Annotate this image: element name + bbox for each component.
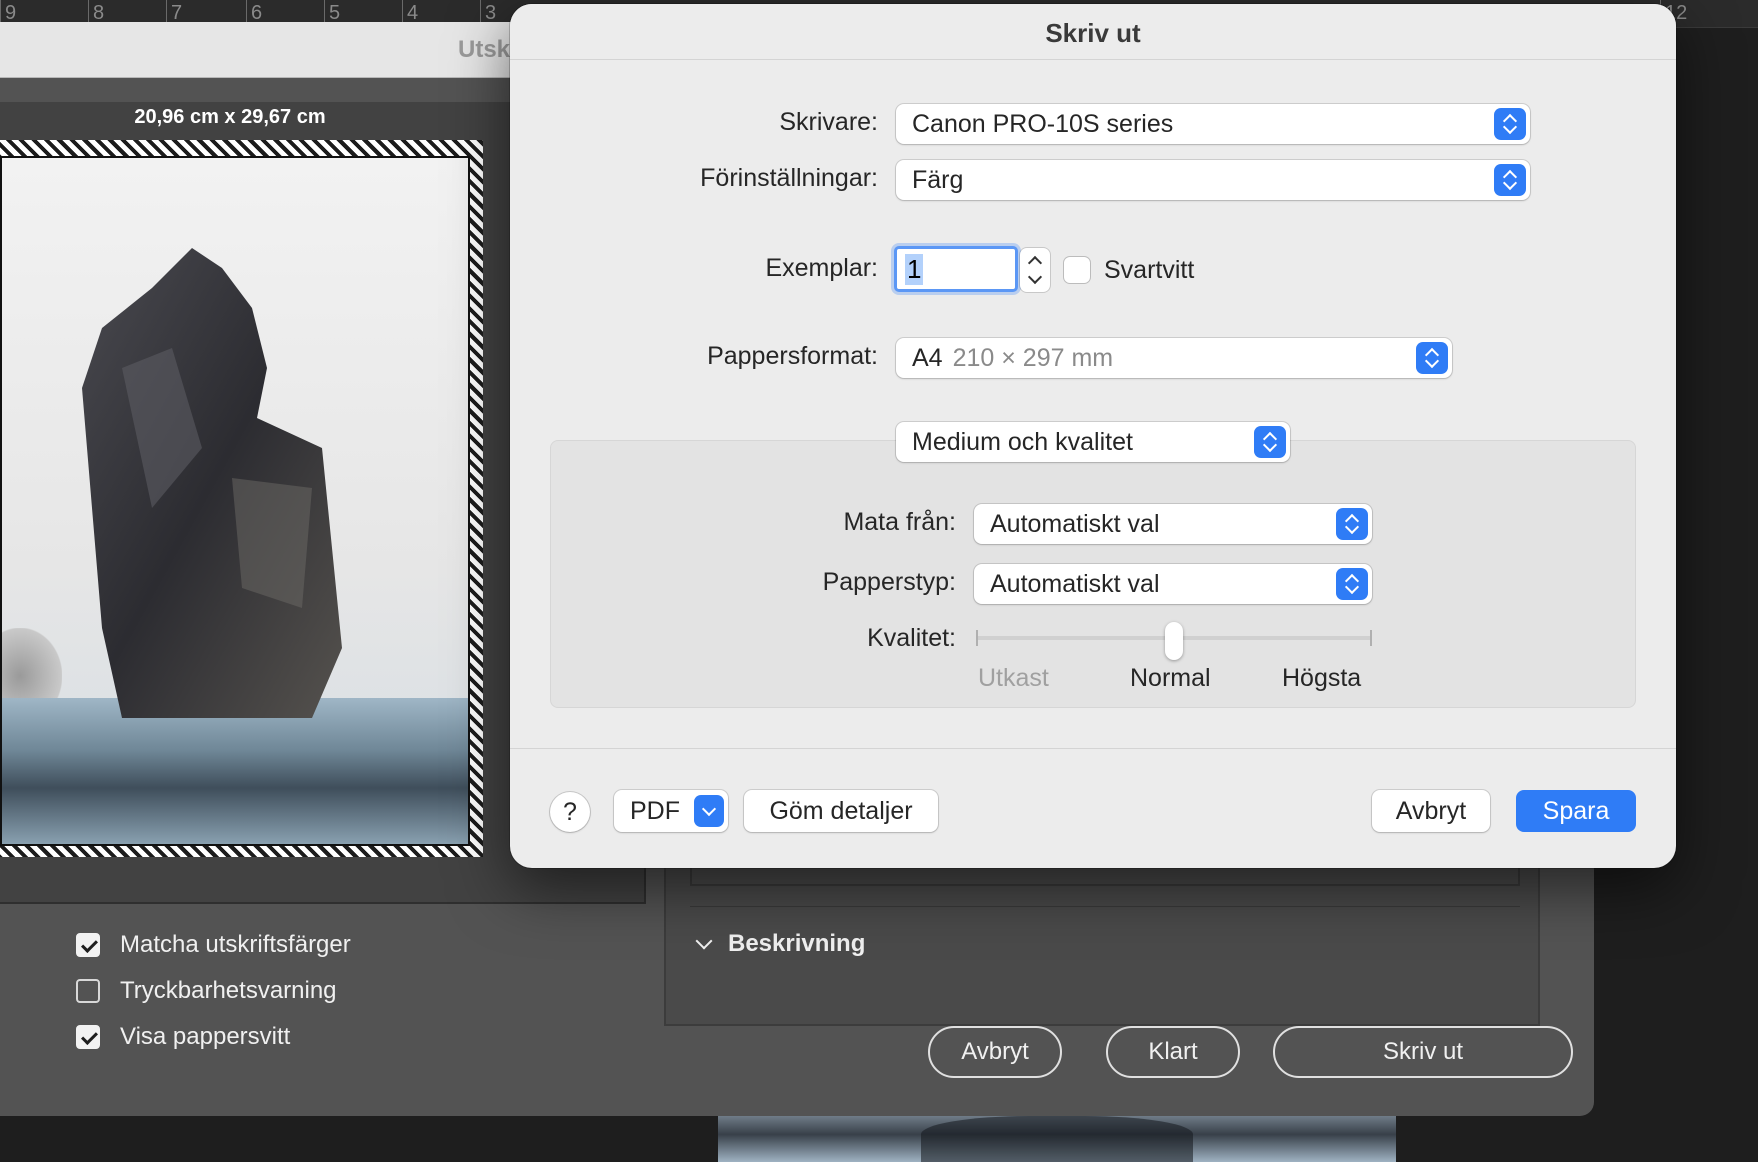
paper-preview[interactable] xyxy=(0,140,483,857)
print-options: Matcha utskriftsfärger Tryckbarhetsvarni… xyxy=(76,922,351,1060)
black-white-checkbox[interactable] xyxy=(1064,257,1090,283)
copies-value: 1 xyxy=(905,253,924,285)
printer-label: Skrivare: xyxy=(779,108,878,136)
black-white-label: Svartvitt xyxy=(1104,256,1195,284)
printer-select[interactable]: Canon PRO-10S series xyxy=(896,104,1530,144)
up-down-arrows-icon xyxy=(1254,426,1286,458)
up-down-arrows-icon xyxy=(1494,164,1526,196)
paper-size-select[interactable]: A4 210 × 297 mm xyxy=(896,338,1452,378)
hide-details-button[interactable]: Göm detaljer xyxy=(744,790,938,832)
option-show-paper-white[interactable]: Visa pappersvitt xyxy=(76,1014,351,1060)
quality-label: Kvalitet: xyxy=(867,624,956,652)
section-menu-value: Medium och kvalitet xyxy=(912,427,1133,456)
slider-tick xyxy=(1370,630,1372,646)
checkbox[interactable] xyxy=(76,1025,100,1049)
cancel-button[interactable]: Avbryt xyxy=(1372,790,1490,832)
option-match-print-colors[interactable]: Matcha utskriftsfärger xyxy=(76,922,351,968)
copies-stepper[interactable] xyxy=(1020,248,1050,292)
checkbox[interactable] xyxy=(76,933,100,957)
dialog-title: Skriv ut xyxy=(1045,18,1141,48)
feed-value: Automatiskt val xyxy=(990,509,1160,538)
copies-input[interactable]: 1 xyxy=(894,246,1018,292)
artwork-preview xyxy=(0,156,470,846)
artwork-rock xyxy=(82,248,342,718)
window-title: Utsk xyxy=(458,36,511,63)
copies-label: Exemplar: xyxy=(765,254,878,282)
section-title: Beskrivning xyxy=(728,930,866,957)
up-down-arrows-icon xyxy=(1336,568,1368,600)
artwork-island xyxy=(2,628,62,708)
chevron-down-icon xyxy=(694,795,724,827)
help-button[interactable]: ? xyxy=(550,792,590,832)
quality-stop-draft: Utkast xyxy=(978,664,1049,692)
footer-divider xyxy=(510,748,1676,749)
up-down-arrows-icon xyxy=(1336,508,1368,540)
divider xyxy=(690,906,1520,907)
up-down-arrows-icon xyxy=(1416,342,1448,374)
description-section-toggle[interactable]: Beskrivning xyxy=(695,930,866,958)
background-image xyxy=(718,1116,1396,1162)
feed-select[interactable]: Automatiskt val xyxy=(974,504,1372,544)
option-label: Visa pappersvitt xyxy=(120,1023,291,1050)
paper-type-label: Papperstyp: xyxy=(822,568,956,596)
printer-value: Canon PRO-10S series xyxy=(912,109,1174,138)
print-dialog: Skriv ut Skrivare: Canon PRO-10S series … xyxy=(510,4,1676,868)
feed-label: Mata från: xyxy=(843,508,956,536)
presets-value: Färg xyxy=(912,165,964,194)
checkbox[interactable] xyxy=(76,979,100,1003)
presets-select[interactable]: Färg xyxy=(896,160,1530,200)
presets-label: Förinställningar: xyxy=(700,164,878,192)
option-label: Matcha utskriftsfärger xyxy=(120,931,351,958)
quality-stop-normal: Normal xyxy=(1130,664,1211,692)
paper-type-value: Automatiskt val xyxy=(990,569,1160,598)
ps-print-button[interactable]: Skriv ut xyxy=(1273,1026,1573,1078)
dialog-header: Skriv ut xyxy=(510,4,1676,60)
quality-stop-highest: Högsta xyxy=(1282,664,1362,692)
pdf-menu-button[interactable]: PDF xyxy=(614,790,728,832)
save-button[interactable]: Spara xyxy=(1516,790,1636,832)
paper-size-label: Pappersformat: xyxy=(707,342,878,370)
paper-type-select[interactable]: Automatiskt val xyxy=(974,564,1372,604)
ps-cancel-button[interactable]: Avbryt xyxy=(928,1026,1062,1078)
option-gamut-warning[interactable]: Tryckbarhetsvarning xyxy=(76,968,351,1014)
paper-size-dimensions: 210 × 297 mm xyxy=(952,343,1114,372)
option-label: Tryckbarhetsvarning xyxy=(120,977,337,1004)
pdf-label: PDF xyxy=(630,796,680,825)
section-menu-select[interactable]: Medium och kvalitet xyxy=(896,422,1290,462)
paper-size-name: A4 xyxy=(912,343,943,372)
up-down-arrows-icon xyxy=(1494,108,1526,140)
quality-slider-knob[interactable] xyxy=(1165,622,1183,660)
chevron-down-icon xyxy=(695,932,713,950)
document-dimensions: 20,96 cm x 29,67 cm xyxy=(134,106,326,128)
ps-done-button[interactable]: Klart xyxy=(1106,1026,1240,1078)
slider-tick xyxy=(976,630,978,646)
